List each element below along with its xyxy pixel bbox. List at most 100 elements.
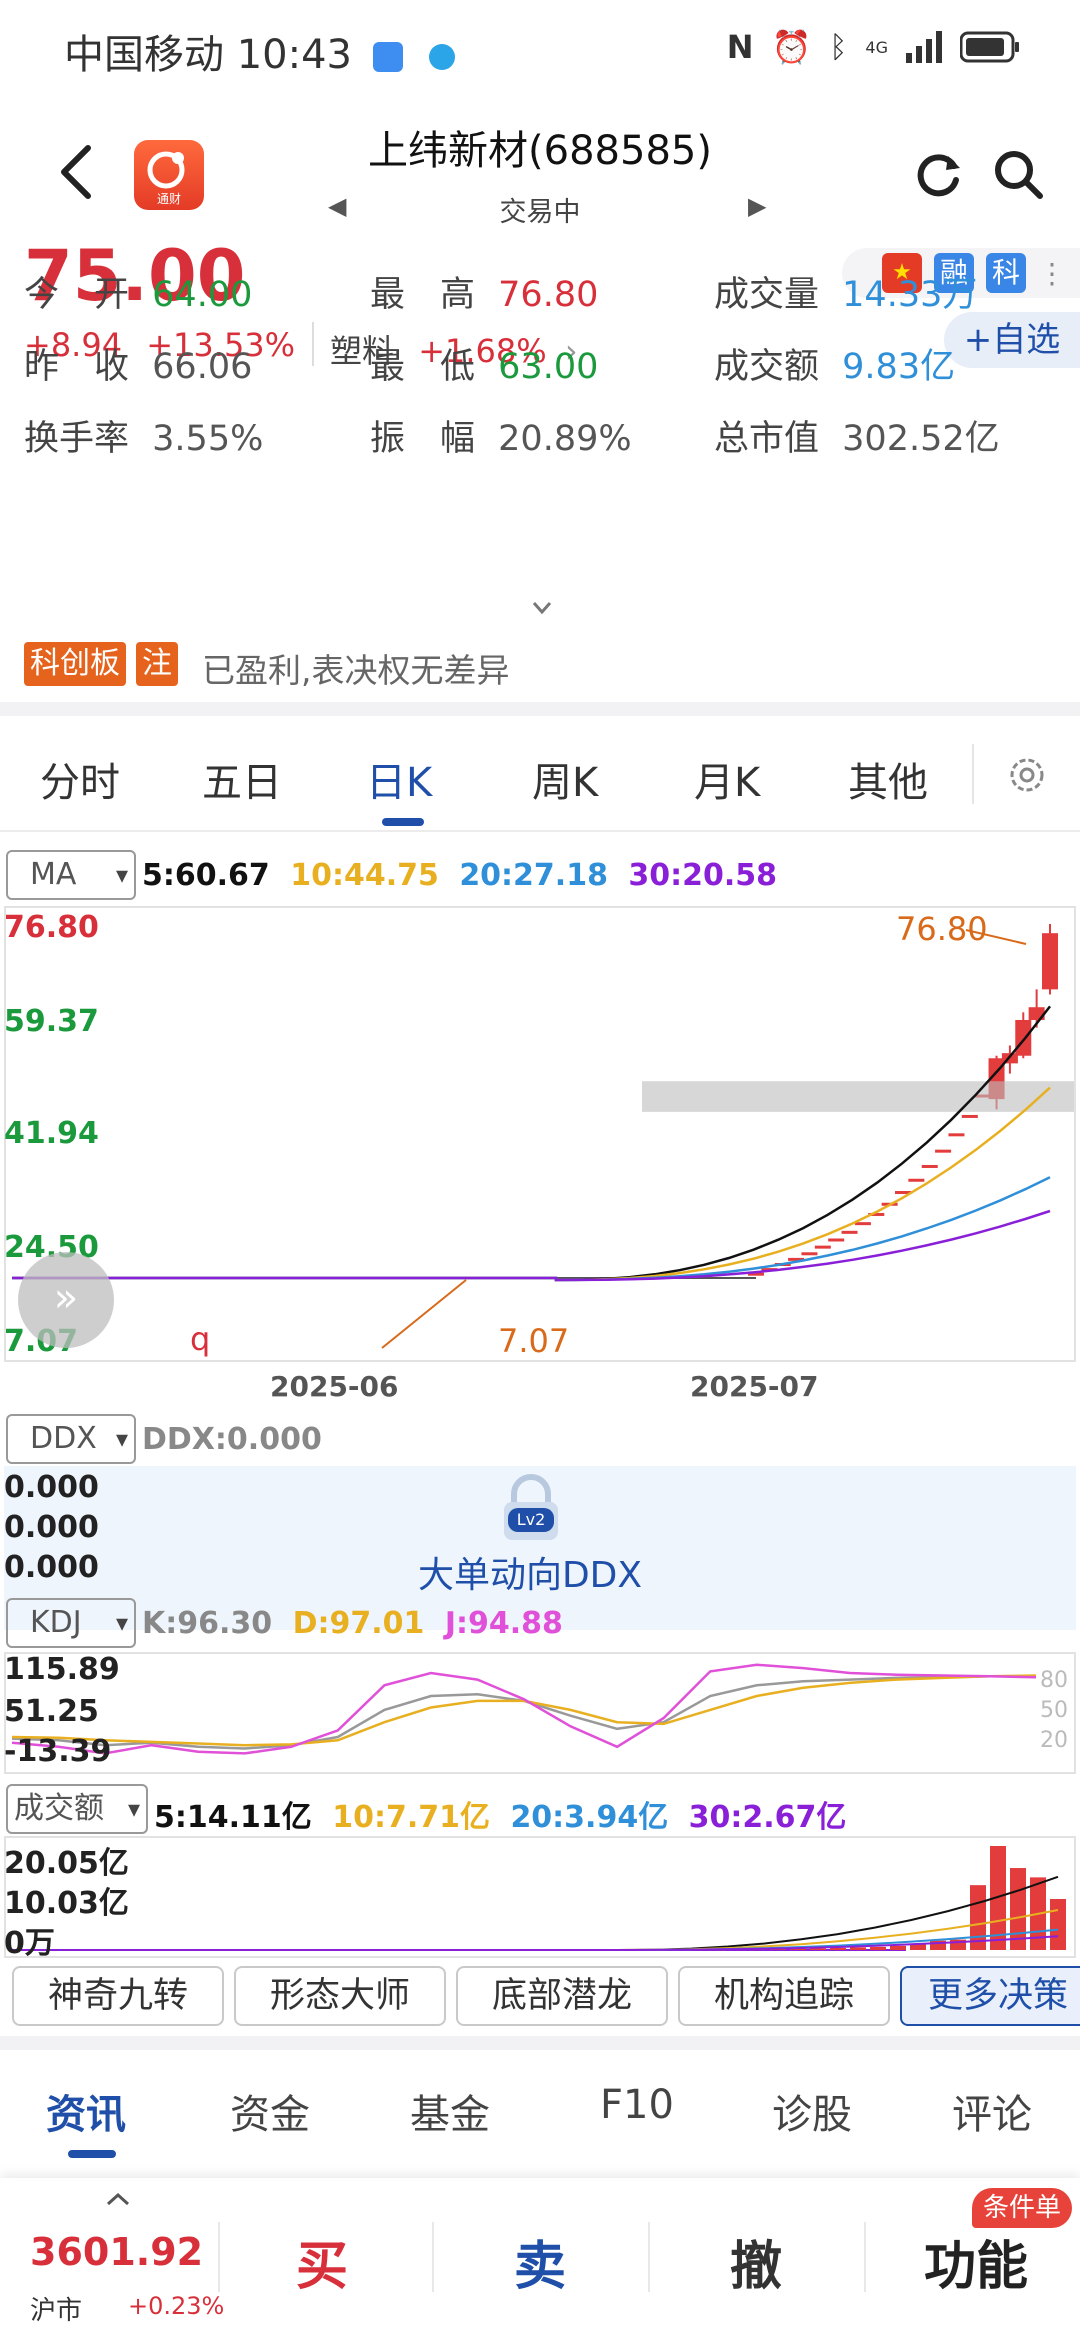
turnover-ma-line-30: [598, 1935, 1059, 1951]
turnover-ma-line-10: [598, 1909, 1059, 1951]
battery-icon: [960, 31, 1019, 63]
chevron-up-icon[interactable]: [106, 2192, 130, 2206]
cancel-order-button[interactable]: 撤: [730, 2224, 782, 2299]
function-button[interactable]: 功能: [924, 2224, 1028, 2299]
turnover-indicator-select[interactable]: 成交额: [6, 1784, 148, 1834]
buy-button[interactable]: 买: [296, 2224, 348, 2299]
turnover-bar: [890, 1945, 906, 1950]
tab-f10[interactable]: F10: [600, 2082, 674, 2128]
turnover-y-label: 10.03亿: [4, 1886, 129, 1921]
tool-bottom-dragon[interactable]: 底部潜龙: [456, 1966, 668, 2026]
stat-label: 成交量: [714, 275, 820, 315]
notice-row[interactable]: 科创板 注 已盈利,表决权无差异: [0, 628, 1080, 698]
search-icon[interactable]: [990, 146, 1046, 202]
ma-indicator-select[interactable]: MA: [6, 850, 136, 900]
tool-pattern-master[interactable]: 形态大师: [234, 1966, 446, 2026]
ma10-value: 10:44.75: [290, 858, 439, 893]
index-value[interactable]: 3601.92: [30, 2230, 203, 2274]
tab-other[interactable]: 其他: [848, 750, 928, 808]
ma5-value: 5:60.67: [142, 858, 270, 893]
stat-label: 换手率: [24, 419, 130, 459]
candle-body: [801, 1252, 818, 1256]
turnover-chart[interactable]: [6, 1838, 1074, 1956]
tab-weekly-k[interactable]: 周K: [532, 750, 598, 808]
active-tab-indicator: [382, 818, 424, 826]
gear-icon[interactable]: [1004, 752, 1050, 798]
tab-monthly-k[interactable]: 月K: [694, 750, 760, 808]
tab-fund[interactable]: 基金: [410, 2082, 490, 2140]
conditional-order-badge[interactable]: 条件单: [972, 2188, 1072, 2228]
clock: 10:43: [236, 32, 352, 78]
tool-more-decisions[interactable]: 更多决策: [900, 1966, 1080, 2026]
candle-body: [1015, 1019, 1032, 1056]
ddx-y-label: 0.000: [4, 1550, 99, 1585]
stat-volume-row: 成交量 14.33万: [714, 266, 977, 317]
candle-body: [854, 1222, 871, 1226]
kdj-k-value: K:96.30: [142, 1606, 273, 1641]
stat-amplitude-row: 振 幅 20.89%: [370, 410, 632, 461]
stat-amount-row: 成交额 9.83亿: [714, 338, 955, 389]
tab-funds-flow[interactable]: 资金: [230, 2082, 310, 2140]
turnover-bar: [1050, 1899, 1066, 1950]
section-separator: [0, 2036, 1080, 2050]
index-name: 沪市: [30, 2296, 83, 2326]
ma-line-30: [12, 1209, 1051, 1282]
more-dots-icon[interactable]: ⋮: [1038, 257, 1066, 290]
kdj-y-label: -13.39: [4, 1734, 112, 1769]
signal-icon: [906, 31, 942, 63]
app-logo[interactable]: 通财: [134, 140, 204, 210]
next-stock-icon[interactable]: ▶: [748, 192, 766, 220]
tab-news[interactable]: 资讯: [46, 2082, 126, 2140]
stat-label: 最 低: [370, 347, 476, 387]
stat-label: 成交额: [714, 347, 820, 387]
tab-five-day[interactable]: 五日: [202, 750, 282, 808]
chart-expand-button[interactable]: »: [18, 1252, 114, 1348]
kdj-chart[interactable]: [6, 1654, 1074, 1772]
sell-button[interactable]: 卖: [514, 2224, 566, 2299]
tool-magic-nine[interactable]: 神奇九转: [12, 1966, 224, 2026]
note-tag: 注: [136, 642, 178, 686]
stat-label: 振 幅: [370, 419, 476, 459]
refresh-icon[interactable]: [910, 146, 966, 202]
candle-body: [841, 1230, 858, 1234]
ddx-caption: 大单动向DDX: [417, 1555, 643, 1596]
kdj-right-label: 80: [1040, 1668, 1068, 1693]
stat-value: 9.83亿: [842, 347, 956, 387]
kdj-right-label: 50: [1040, 1698, 1068, 1723]
notification-send-icon: [429, 44, 456, 70]
back-arrow-icon[interactable]: [56, 142, 96, 202]
divider: [312, 322, 314, 366]
stat-value: 20.89%: [498, 419, 632, 459]
ddx-indicator-select[interactable]: DDX: [6, 1414, 136, 1464]
stat-value: 76.80: [498, 275, 599, 315]
add-watchlist-button[interactable]: +自选: [944, 312, 1080, 368]
tab-intraday[interactable]: 分时: [40, 750, 120, 808]
section-separator: [0, 702, 1080, 716]
trade-bar: 3601.92 沪市 +0.23% 买 卖 撤 功能 条件单: [0, 2178, 1080, 2340]
turnover-ma10: 10:7.71亿: [332, 1800, 490, 1835]
ma-values: 5:60.67 10:44.75 20:27.18 30:20.58: [142, 858, 777, 893]
turnover-y-label: 0万: [4, 1926, 55, 1961]
kdj-y-label: 115.89: [4, 1652, 120, 1687]
kline-chart[interactable]: [6, 908, 1074, 1360]
stat-value: 3.55%: [152, 419, 264, 459]
kdj-right-label: 20: [1040, 1728, 1068, 1753]
stat-label: 最 高: [370, 275, 476, 315]
tool-institution-tracking[interactable]: 机构追踪: [678, 1966, 890, 2026]
high-annotation: 76.80: [896, 910, 988, 948]
kdj-values: K:96.30 D:97.01 J:94.88: [142, 1606, 563, 1641]
status-left: 中国移动 10:43: [64, 22, 456, 80]
star-market-tag: 科创板: [24, 642, 126, 686]
divider: [218, 2222, 220, 2292]
expand-chevron-icon[interactable]: [532, 600, 552, 616]
strategy-tools: 神奇九转 形态大师 底部潜龙 机构追踪 更多决策: [0, 1966, 1080, 2030]
kdj-indicator-select[interactable]: KDJ: [6, 1598, 136, 1648]
divider: [864, 2222, 866, 2292]
kdj-j-value: J:94.88: [444, 1606, 563, 1641]
tab-daily-k[interactable]: 日K: [366, 750, 432, 808]
tab-comments[interactable]: 评论: [952, 2082, 1032, 2140]
tab-diagnosis[interactable]: 诊股: [772, 2082, 852, 2140]
stat-label: 今 开: [24, 275, 130, 315]
trading-status: 交易中: [499, 197, 581, 228]
star-market-badge[interactable]: 科: [986, 253, 1026, 293]
